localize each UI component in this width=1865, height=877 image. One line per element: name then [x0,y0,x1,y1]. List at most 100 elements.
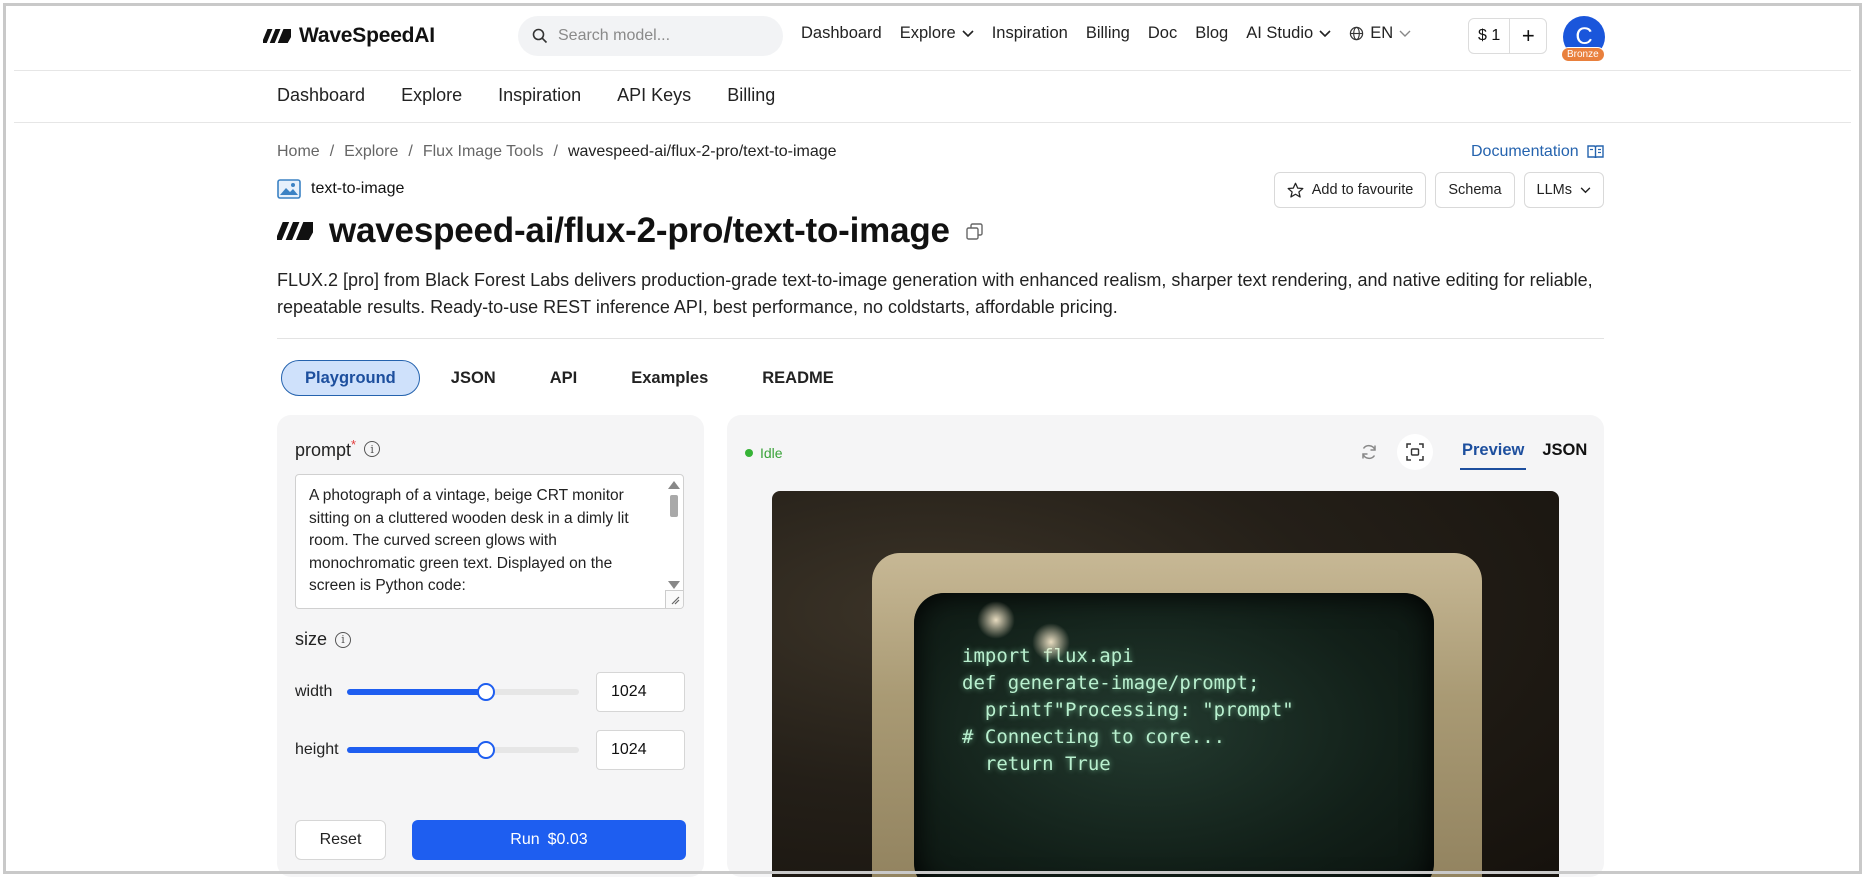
breadcrumb-current: wavespeed-ai/flux-2-pro/text-to-image [567,143,837,160]
width-slider-fill [347,689,487,695]
scroll-down-arrow-icon[interactable] [668,581,680,589]
height-slider-thumb[interactable] [477,741,496,759]
scroll-up-arrow-icon[interactable] [668,481,680,489]
documentation-label: Documentation [1471,143,1579,160]
tab-preview[interactable]: Preview [1460,441,1527,470]
add-credit-button[interactable]: + [1510,19,1546,53]
schema-label: Schema [1448,182,1502,198]
subnav-dashboard[interactable]: Dashboard [277,85,365,106]
search-icon [532,28,548,44]
breadcrumb-home[interactable]: Home [277,143,320,161]
screen-code-text: import flux.api def generate-image/promp… [962,645,1294,775]
width-label: width [295,683,333,700]
tab-json[interactable]: JSON [424,360,523,396]
model-actions: Add to favourite Schema LLMs [1273,172,1604,208]
focus-frame-icon [1406,443,1424,461]
prompt-textarea[interactable]: A photograph of a vintage, beige CRT mon… [295,474,684,609]
language-label: EN [1370,24,1394,42]
textarea-scrollbar[interactable] [668,479,680,589]
reset-button[interactable]: Reset [295,820,386,860]
language-selector[interactable]: EN [1349,24,1411,43]
model-description: FLUX.2 [pro] from Black Forest Labs deli… [277,270,1593,317]
balance-widget: $ 1 + [1468,18,1548,54]
add-to-favourite-label: Add to favourite [1311,182,1414,198]
tab-examples[interactable]: Examples [604,360,735,396]
balance-amount: $ 1 [1469,19,1511,53]
tab-api[interactable]: API [523,360,605,396]
width-slider[interactable] [347,683,579,701]
info-icon[interactable]: i [335,631,352,648]
llms-button[interactable]: LLMs [1523,172,1604,208]
subnav-inspiration[interactable]: Inspiration [498,85,581,106]
screen-glare [1032,623,1070,661]
refresh-button[interactable] [1351,434,1387,470]
topnav-explore-label: Explore [899,24,956,42]
tier-badge: Bronze [1561,47,1605,62]
chevron-down-icon [1319,29,1331,37]
subnav-explore[interactable]: Explore [401,85,462,106]
breadcrumb-explore[interactable]: Explore [344,143,398,161]
info-icon[interactable]: i [364,441,381,457]
model-tabs: Playground JSON API Examples README [281,360,861,396]
resize-handle-icon[interactable] [665,590,683,608]
documentation-link[interactable]: Documentation [1471,143,1604,161]
search-box[interactable] [518,16,783,56]
topnav-explore[interactable]: Explore [900,24,974,43]
breadcrumb: Home / Explore / Flux Image Tools / wavespe… [277,143,837,161]
breadcrumb-separator: / [329,143,335,160]
topnav-blog[interactable]: Blog [1195,24,1228,43]
run-button[interactable]: Run $0.03 [412,820,686,860]
status-text: Idle [760,445,783,461]
topnav-dashboard[interactable]: Dashboard [801,24,882,43]
status-indicator: Idle [745,445,783,461]
run-price: $0.03 [547,831,588,848]
refresh-icon [1362,444,1376,460]
topnav-doc[interactable]: Doc [1148,24,1177,43]
width-slider-thumb[interactable] [477,683,496,701]
output-view-tabs: Preview JSON [1460,441,1589,470]
height-input[interactable]: 1024 [596,730,685,770]
tab-output-json[interactable]: JSON [1540,441,1589,470]
input-panel: prompt* i A photograph of a vintage, bei… [277,415,704,877]
output-panel: Idle Preview JSON import flux.api def ge… [727,415,1604,877]
chevron-down-icon [1399,30,1411,37]
search-input[interactable] [558,27,758,45]
schema-button[interactable]: Schema [1435,172,1515,208]
brand-logo[interactable]: WaveSpeedAI [263,24,435,48]
plus-icon: + [1521,23,1535,48]
secondary-navbar: Dashboard Explore Inspiration API Keys B… [14,71,1851,123]
height-slider[interactable] [347,741,579,759]
topnav-billing[interactable]: Billing [1086,24,1130,43]
size-field-label: size i [295,629,352,650]
status-dot-icon [745,449,753,457]
subnav-billing[interactable]: Billing [727,85,775,106]
tab-playground[interactable]: Playground [281,360,420,396]
breadcrumb-separator: / [553,143,558,160]
topnav-inspiration[interactable]: Inspiration [992,24,1068,43]
height-label: height [295,741,339,758]
breadcrumb-flux-image-tools[interactable]: Flux Image Tools [423,143,544,161]
width-input[interactable]: 1024 [596,672,685,712]
required-marker: * [351,437,357,452]
image-icon [277,179,301,199]
width-row: width 1024 [295,672,685,712]
output-image: import flux.api def generate-image/promp… [772,491,1559,877]
top-nav-links: Dashboard Explore Inspiration Billing Do… [801,24,1429,43]
tab-readme[interactable]: README [735,360,861,396]
copy-icon[interactable] [966,222,983,240]
size-label: size [295,629,328,649]
add-to-favourite-button[interactable]: Add to favourite [1273,172,1427,208]
fullscreen-button[interactable] [1397,434,1433,470]
brand-name: WaveSpeedAI [299,24,435,47]
topnav-ai-studio[interactable]: AI Studio [1246,24,1331,43]
star-icon [1287,182,1304,198]
height-row: height 1024 [295,730,685,770]
wavespeed-logo-icon [263,29,291,43]
subnav-api-keys[interactable]: API Keys [617,85,691,106]
scrollbar-thumb[interactable] [670,495,678,517]
chevron-down-icon [1580,186,1591,193]
run-label: Run [510,831,540,848]
divider [277,338,1604,339]
page-title: wavespeed-ai/flux-2-pro/text-to-image [329,211,950,250]
globe-icon [1350,26,1364,41]
